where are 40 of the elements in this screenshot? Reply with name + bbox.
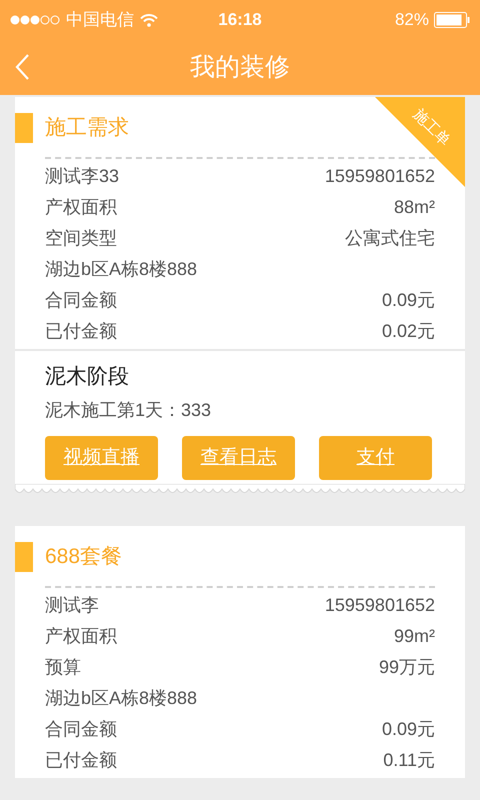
field-value: 0.11元 — [383, 749, 435, 772]
field-label: 测试李33 — [45, 165, 120, 188]
field-label: 已付金额 — [45, 749, 117, 772]
card-title: 688套餐 — [45, 544, 122, 570]
stage-detail: 泥木施工第1天：333 — [45, 399, 212, 422]
field-value: 公寓式住宅 — [345, 227, 435, 250]
action-button[interactable]: 支付 — [319, 436, 432, 480]
field-value: 99m² — [394, 625, 435, 648]
title-marker — [15, 113, 33, 143]
field-value: 0.09元 — [382, 718, 435, 741]
field-label: 合同金额 — [45, 289, 117, 312]
battery-percent: 82% — [394, 9, 429, 32]
field-label: 湖边b区A栋8楼888 — [45, 258, 198, 281]
field-label: 湖边b区A栋8楼888 — [45, 687, 198, 710]
action-button[interactable]: 视频直播 — [45, 436, 158, 480]
action-button[interactable]: 查看日志 — [182, 436, 295, 480]
signal-icon — [10, 14, 60, 26]
battery-icon — [434, 12, 470, 28]
stage-title: 泥木阶段 — [45, 364, 130, 390]
field-label: 空间类型 — [45, 227, 117, 250]
field-label: 产权面积 — [45, 625, 117, 648]
back-icon — [14, 53, 30, 81]
field-value: 88m² — [394, 196, 435, 219]
field-label: 已付金额 — [45, 320, 117, 343]
card-title: 施工需求 — [45, 115, 129, 142]
wifi-icon — [140, 14, 158, 26]
field-value: 99万元 — [378, 656, 435, 679]
field-value: 0.02元 — [382, 320, 435, 343]
field-label: 合同金额 — [45, 718, 117, 741]
carrier-name: 中国电信 — [66, 9, 134, 32]
ribbon-label: 施工单 — [408, 104, 454, 152]
field-label: 产权面积 — [45, 196, 117, 219]
field-label: 预算 — [45, 656, 81, 679]
title-marker — [15, 542, 33, 572]
field-value: 15959801652 — [324, 165, 435, 188]
field-value: 15959801652 — [324, 594, 435, 617]
status-time: 16:18 — [218, 9, 262, 32]
page-title: 我的装修 — [190, 52, 290, 83]
field-label: 测试李 — [45, 594, 99, 617]
field-value: 0.09元 — [382, 289, 435, 312]
